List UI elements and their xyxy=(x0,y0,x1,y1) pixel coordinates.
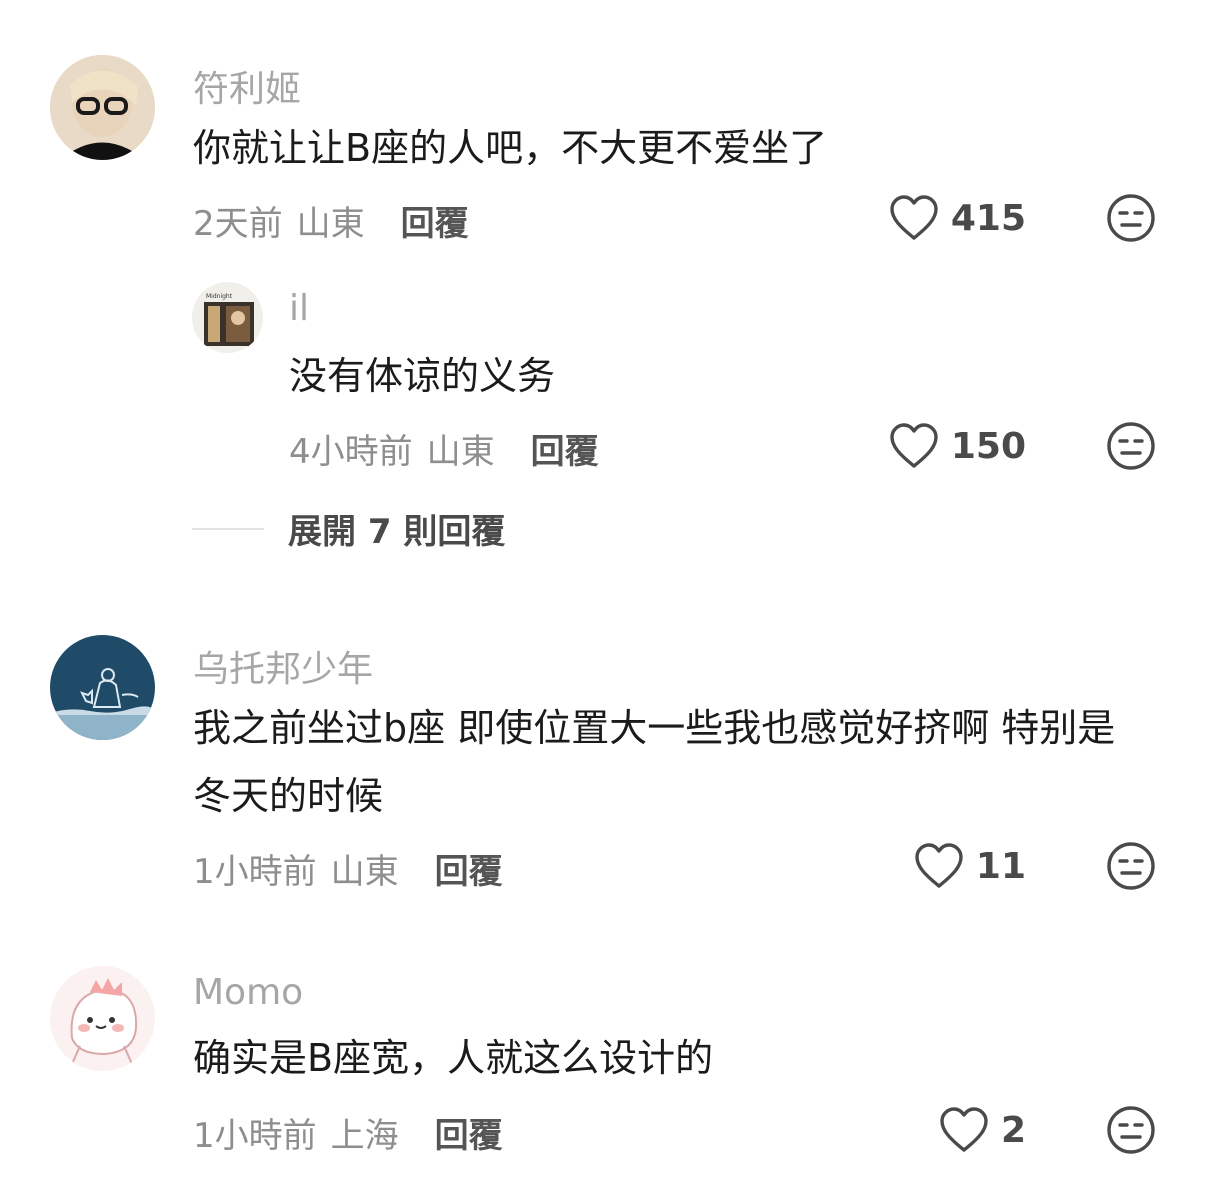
comment-text: 没有体谅的义务 xyxy=(289,354,556,398)
reply-button[interactable]: 回覆 xyxy=(435,1108,503,1157)
comment-time: 1小時前 xyxy=(193,852,317,892)
avatar[interactable] xyxy=(50,635,155,740)
comment-meta: 2天前 山東 回覆 xyxy=(193,196,469,245)
comment-username[interactable]: 乌托邦少年 xyxy=(193,640,373,692)
heart-icon xyxy=(940,1107,988,1152)
meh-face-icon xyxy=(1107,842,1155,890)
meh-face-icon xyxy=(1107,194,1155,242)
dislike-button[interactable] xyxy=(1106,193,1156,243)
comment-time: 4小時前 xyxy=(289,432,413,472)
avatar-thumbnail-text: Midnight xyxy=(206,293,233,300)
meh-face-icon xyxy=(1107,422,1155,470)
heart-icon xyxy=(890,195,938,240)
comment-meta: 4小時前 山東 回覆 xyxy=(289,424,599,473)
comment-meta: 1小時前 山東 回覆 xyxy=(193,844,503,893)
expand-divider xyxy=(192,527,264,530)
comment-username[interactable]: il xyxy=(289,288,309,329)
like-count: 2 xyxy=(1000,1109,1026,1151)
avatar[interactable] xyxy=(50,55,155,160)
avatar-image xyxy=(50,966,155,1071)
avatar-image: Midnight xyxy=(192,282,263,353)
comment-time: 2天前 xyxy=(193,204,283,244)
comment-location: 上海 xyxy=(330,1116,399,1156)
expand-replies-label[interactable]: 展開 7 則回覆 xyxy=(288,504,505,553)
avatar-image xyxy=(50,55,155,160)
dislike-button[interactable] xyxy=(1106,841,1156,891)
comment-text: 你就让让B座的人吧，不大更不爱坐了 xyxy=(193,126,828,170)
meh-face-icon xyxy=(1107,1106,1155,1154)
comment-text: 确实是B座宽，人就这么设计的 xyxy=(193,1036,714,1080)
like-button[interactable]: 150 xyxy=(860,420,1026,472)
comment-location: 山東 xyxy=(426,432,495,472)
like-count: 11 xyxy=(975,845,1026,887)
avatar-image xyxy=(50,635,155,740)
avatar[interactable] xyxy=(50,966,155,1071)
expand-replies[interactable]: 展開 7 則回覆 xyxy=(192,504,505,553)
comment-text: 我之前坐过b座 即使位置大一些我也感觉好挤啊 特别是冬天的时候 xyxy=(193,706,1116,818)
reply-button[interactable]: 回覆 xyxy=(531,424,599,473)
like-count: 150 xyxy=(950,425,1026,467)
avatar[interactable]: Midnight xyxy=(192,282,263,353)
heart-icon xyxy=(890,423,938,468)
comment-location: 山東 xyxy=(296,204,365,244)
reply-button[interactable]: 回覆 xyxy=(401,196,469,245)
comment-location: 山東 xyxy=(330,852,399,892)
like-count: 415 xyxy=(950,197,1026,239)
dislike-button[interactable] xyxy=(1106,1105,1156,1155)
comment-meta: 1小時前 上海 回覆 xyxy=(193,1108,503,1157)
dislike-button[interactable] xyxy=(1106,421,1156,471)
comment-username[interactable]: Momo xyxy=(193,972,303,1013)
like-button[interactable]: 11 xyxy=(860,840,1026,892)
heart-icon xyxy=(915,843,963,888)
like-button[interactable]: 415 xyxy=(860,192,1026,244)
reply-button[interactable]: 回覆 xyxy=(435,844,503,893)
comment-username[interactable]: 符利姬 xyxy=(193,60,301,112)
like-button[interactable]: 2 xyxy=(860,1104,1026,1156)
comment-time: 1小時前 xyxy=(193,1116,317,1156)
